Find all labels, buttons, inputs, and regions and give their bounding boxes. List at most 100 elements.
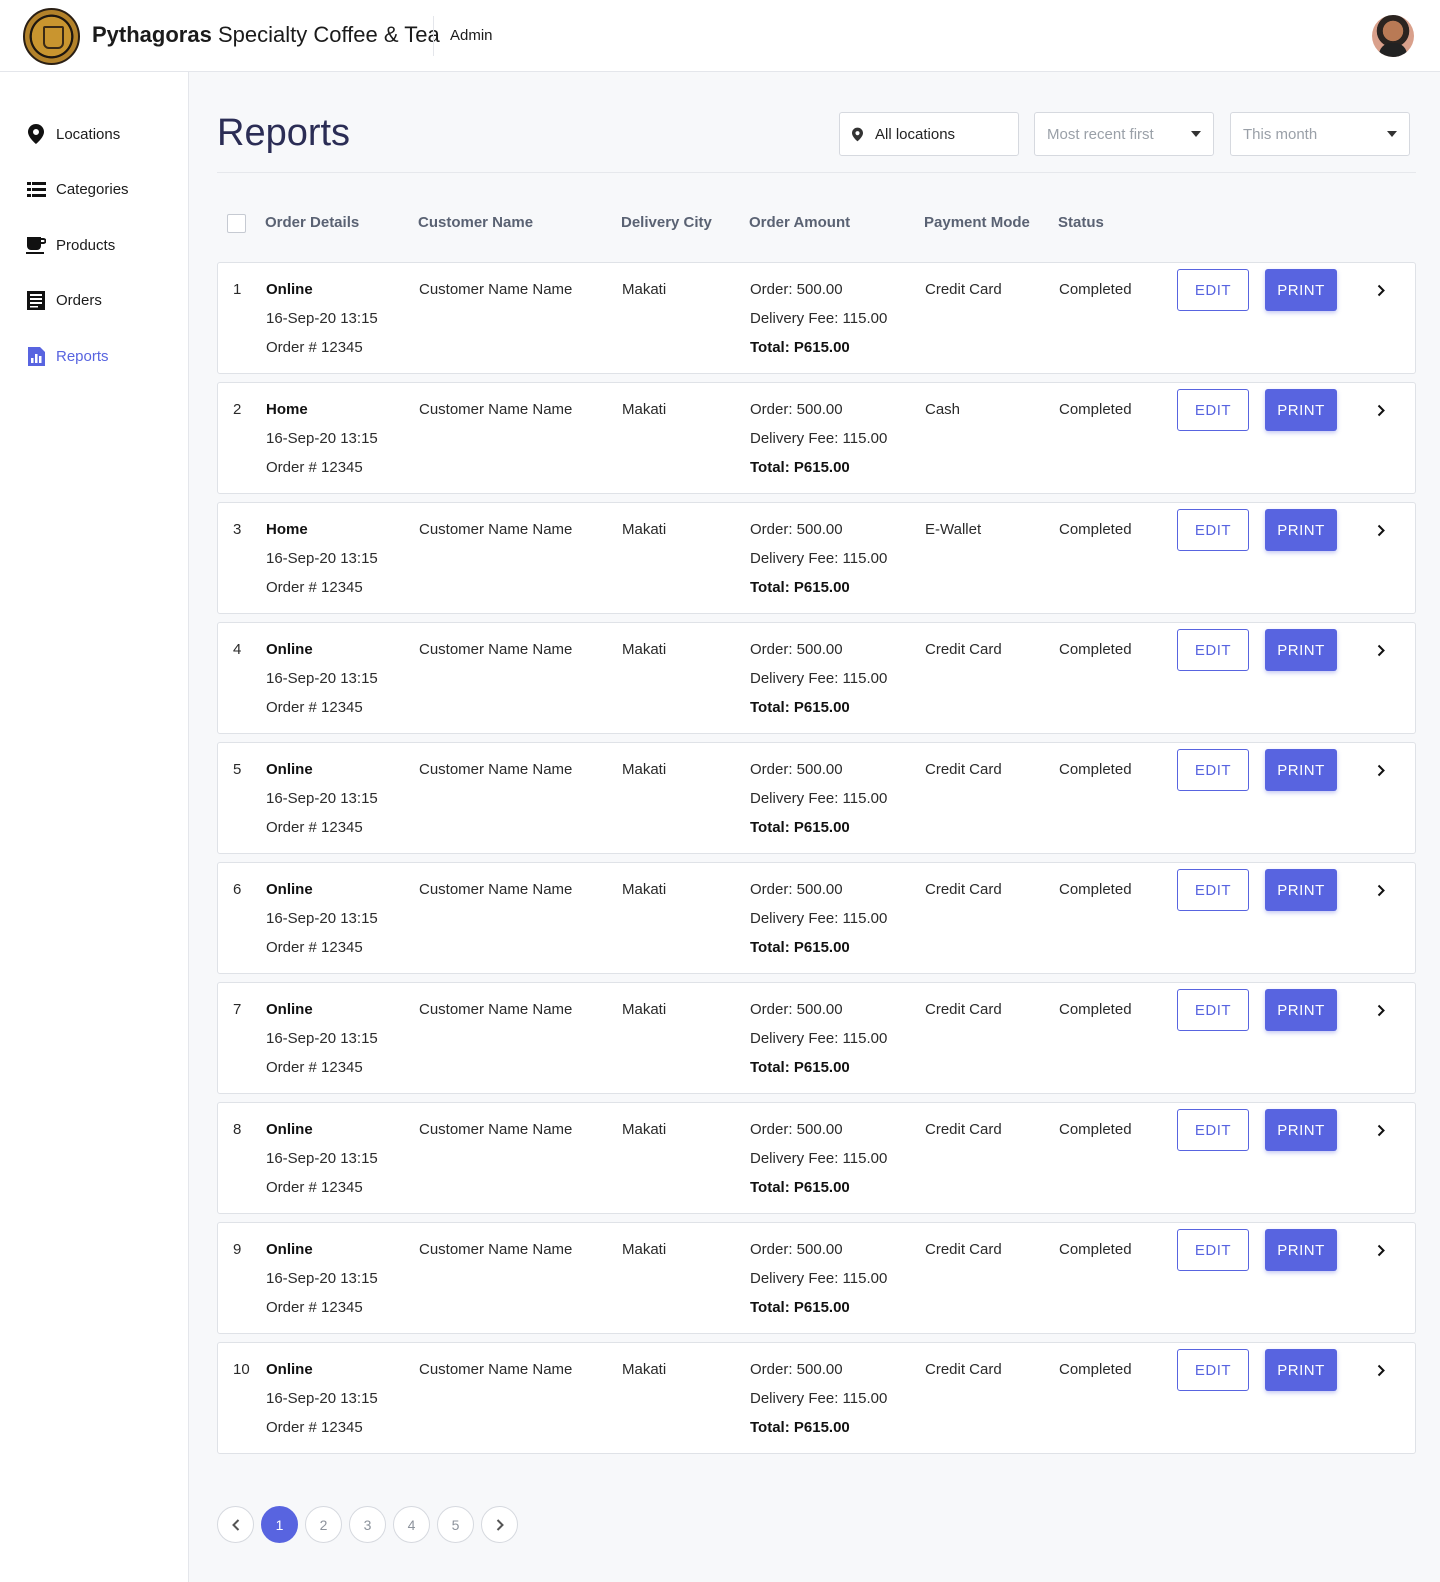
order-number: Order # 12345 — [266, 1179, 363, 1196]
order-total: Total: P615.00 — [750, 699, 850, 716]
delivery-fee: Delivery Fee: 115.00 — [750, 790, 888, 807]
order-amount: Order: 500.00 Delivery Fee: 115.00 Total: … — [750, 275, 887, 362]
chevron-right-icon — [1377, 284, 1385, 297]
sidebar-item-products[interactable]: Products — [26, 233, 115, 257]
sidebar-item-locations[interactable]: Locations — [26, 122, 120, 146]
table-row[interactable]: 8 Online 16-Sep-20 13:15 Order # 12345 Custo… — [217, 1102, 1416, 1214]
edit-button[interactable]: EDIT — [1177, 629, 1249, 671]
edit-button[interactable]: EDIT — [1177, 749, 1249, 791]
payment-mode: Credit Card — [925, 641, 1002, 658]
order-total: Total: P615.00 — [750, 1419, 850, 1436]
sidebar-item-orders[interactable]: Orders — [26, 288, 102, 312]
edit-button[interactable]: EDIT — [1177, 989, 1249, 1031]
sort-select[interactable]: Most recent first — [1034, 112, 1214, 156]
column-header-order-amount[interactable]: Order Amount — [749, 214, 850, 231]
payment-mode: Credit Card — [925, 1001, 1002, 1018]
edit-button[interactable]: EDIT — [1177, 269, 1249, 311]
expand-row-button[interactable] — [1371, 1120, 1391, 1140]
print-button[interactable]: PRINT — [1265, 869, 1337, 911]
row-number: 4 — [233, 641, 242, 658]
order-details: Home 16-Sep-20 13:15 Order # 12345 — [266, 395, 378, 482]
page-button-3[interactable]: 3 — [349, 1506, 386, 1543]
print-button[interactable]: PRINT — [1265, 389, 1337, 431]
expand-row-button[interactable] — [1371, 1360, 1391, 1380]
chevron-right-icon — [1377, 764, 1385, 777]
sidebar-item-label: Locations — [56, 125, 121, 143]
avatar[interactable] — [1372, 15, 1414, 57]
print-button[interactable]: PRINT — [1265, 749, 1337, 791]
chevron-right-icon — [1377, 1124, 1385, 1137]
next-page-button[interactable] — [481, 1506, 518, 1543]
expand-row-button[interactable] — [1371, 400, 1391, 420]
edit-button[interactable]: EDIT — [1177, 1229, 1249, 1271]
table-row[interactable]: 5 Online 16-Sep-20 13:15 Order # 12345 Custo… — [217, 742, 1416, 854]
table-row[interactable]: 3 Home 16-Sep-20 13:15 Order # 12345 Custome… — [217, 502, 1416, 614]
expand-row-button[interactable] — [1371, 640, 1391, 660]
brand-logo[interactable] — [23, 8, 80, 65]
expand-row-button[interactable] — [1371, 880, 1391, 900]
print-button[interactable]: PRINT — [1265, 509, 1337, 551]
page-button-1[interactable]: 1 — [261, 1506, 298, 1543]
chevron-right-icon — [496, 1518, 504, 1531]
expand-row-button[interactable] — [1371, 1000, 1391, 1020]
delivery-city: Makati — [622, 521, 667, 538]
order-datetime: 16-Sep-20 13:15 — [266, 1390, 378, 1407]
select-all-checkbox[interactable] — [227, 214, 246, 233]
sidebar-item-categories[interactable]: Categories — [26, 177, 129, 201]
divider — [217, 172, 1416, 173]
print-button[interactable]: PRINT — [1265, 1229, 1337, 1271]
order-type: Home — [266, 401, 308, 418]
print-button[interactable]: PRINT — [1265, 989, 1337, 1031]
print-button[interactable]: PRINT — [1265, 629, 1337, 671]
order-details: Online 16-Sep-20 13:15 Order # 12345 — [266, 635, 378, 722]
table-row[interactable]: 4 Online 16-Sep-20 13:15 Order # 12345 Custo… — [217, 622, 1416, 734]
edit-button[interactable]: EDIT — [1177, 389, 1249, 431]
previous-page-button[interactable] — [217, 1506, 254, 1543]
expand-row-button[interactable] — [1371, 760, 1391, 780]
print-button[interactable]: PRINT — [1265, 1109, 1337, 1151]
order-datetime: 16-Sep-20 13:15 — [266, 790, 378, 807]
column-header-order-details[interactable]: Order Details — [265, 214, 359, 231]
customer-name: Customer Name Name — [419, 1361, 573, 1378]
table-row[interactable]: 7 Online 16-Sep-20 13:15 Order # 12345 Custo… — [217, 982, 1416, 1094]
order-type: Online — [266, 641, 313, 658]
column-header-customer-name[interactable]: Customer Name — [418, 214, 533, 231]
order-datetime: 16-Sep-20 13:15 — [266, 310, 378, 327]
table-row[interactable]: 9 Online 16-Sep-20 13:15 Order # 12345 Custo… — [217, 1222, 1416, 1334]
page-button-2[interactable]: 2 — [305, 1506, 342, 1543]
order-amount: Order: 500.00 Delivery Fee: 115.00 Total: … — [750, 635, 887, 722]
edit-button[interactable]: EDIT — [1177, 869, 1249, 911]
sort-select-value: Most recent first — [1047, 125, 1154, 143]
customer-name: Customer Name Name — [419, 1121, 573, 1138]
table-row[interactable]: 6 Online 16-Sep-20 13:15 Order # 12345 Custo… — [217, 862, 1416, 974]
table-row[interactable]: 1 Online 16-Sep-20 13:15 Order # 12345 Custo… — [217, 262, 1416, 374]
column-header-delivery-city[interactable]: Delivery City — [621, 214, 712, 231]
order-amount: Order: 500.00 Delivery Fee: 115.00 Total: … — [750, 1235, 887, 1322]
page-button-4[interactable]: 4 — [393, 1506, 430, 1543]
table-row[interactable]: 2 Home 16-Sep-20 13:15 Order # 12345 Custome… — [217, 382, 1416, 494]
status-text: Completed — [1059, 761, 1132, 778]
expand-row-button[interactable] — [1371, 280, 1391, 300]
header-divider — [433, 16, 434, 56]
sidebar: Locations Categories Products Orders Rep… — [0, 72, 189, 1582]
column-header-status[interactable]: Status — [1058, 214, 1104, 231]
delivery-city: Makati — [622, 1361, 667, 1378]
edit-button[interactable]: EDIT — [1177, 1109, 1249, 1151]
expand-row-button[interactable] — [1371, 1240, 1391, 1260]
order-subtotal: Order: 500.00 — [750, 641, 843, 658]
order-total: Total: P615.00 — [750, 939, 850, 956]
edit-button[interactable]: EDIT — [1177, 509, 1249, 551]
sidebar-item-reports[interactable]: Reports — [26, 344, 109, 368]
print-button[interactable]: PRINT — [1265, 269, 1337, 311]
expand-row-button[interactable] — [1371, 520, 1391, 540]
order-details: Online 16-Sep-20 13:15 Order # 12345 — [266, 1355, 378, 1442]
edit-button[interactable]: EDIT — [1177, 1349, 1249, 1391]
print-button[interactable]: PRINT — [1265, 1349, 1337, 1391]
location-filter[interactable]: All locations — [839, 112, 1019, 156]
column-header-payment-mode[interactable]: Payment Mode — [924, 214, 1030, 231]
table-row[interactable]: 10 Online 16-Sep-20 13:15 Order # 12345 Cust… — [217, 1342, 1416, 1454]
order-total: Total: P615.00 — [750, 1299, 850, 1316]
customer-name: Customer Name Name — [419, 281, 573, 298]
page-button-5[interactable]: 5 — [437, 1506, 474, 1543]
period-select[interactable]: This month — [1230, 112, 1410, 156]
